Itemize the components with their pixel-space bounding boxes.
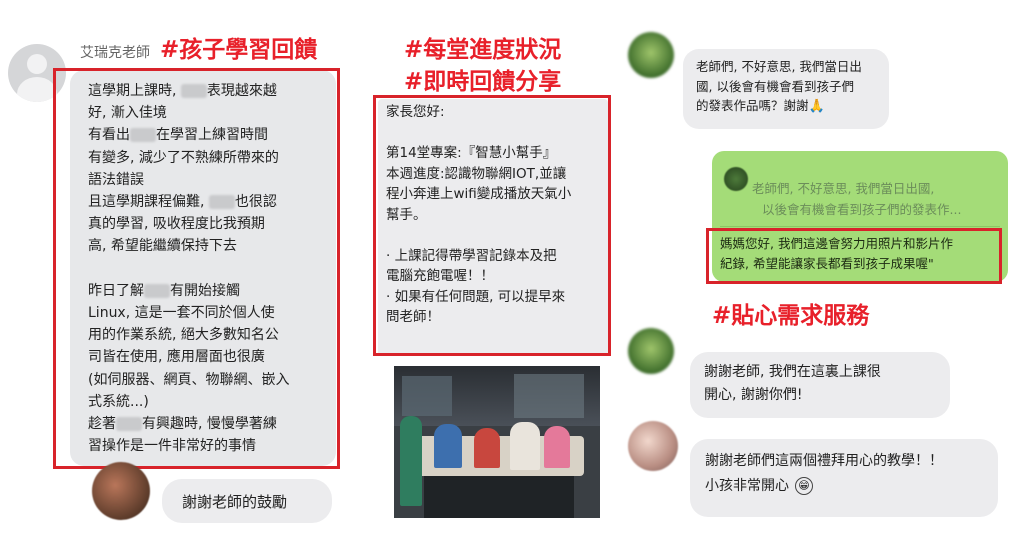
thanks-line: 謝謝老師, 我們在這裏上課很 <box>704 364 881 380</box>
hashtag-child-feedback: #孩子學習回饋 <box>160 37 318 63</box>
quote-divider <box>720 226 1000 227</box>
progress-line: 本週進度:認識物聯網IOT,並讓 <box>386 165 567 182</box>
parent-reply-bubble: 謝謝老師的鼓勵 <box>162 479 332 523</box>
hashtag-caring-service: #貼心需求服務 <box>712 303 870 329</box>
progress-line: 幫手。 <box>386 206 427 223</box>
thanks-line: 謝謝老師們這兩個禮拜用心的教學！！ <box>705 453 943 469</box>
thanks-line: 開心, 謝謝你們! <box>704 387 803 403</box>
feedback-line: 有變多, 減少了不熟練所帶來的 <box>88 149 279 166</box>
progress-line: 家長您好: <box>386 104 445 120</box>
quoted-message-text: 老師們, 不好意思, 我們當日出國, 以後會有機會看到孩子們的發表作... <box>752 178 961 220</box>
teacher-feedback-text: 這學期上課時, 表現越來越 好, 漸入佳境有看出 在學習上練習時間 有變多, 減少了不… <box>88 80 328 457</box>
feedback-line: 司皆在使用, 應用層面也很廣 <box>88 349 265 366</box>
feedback-line: 昨日了解 有開始接觸 <box>88 282 240 299</box>
feedback-line: 用的作業系統, 絕大多數知名公 <box>88 327 279 344</box>
feedback-line: 好, 漸入佳境 <box>88 105 167 122</box>
pray-emoji-icon: 🙏 <box>808 99 825 114</box>
progress-line: 程小奔連上wifi變成播放天氣小 <box>386 186 572 202</box>
progress-line: 第14堂專案:『智慧小幫手』 <box>386 145 557 161</box>
feedback-line: Linux, 這是一套不同於個人使 <box>88 305 275 322</box>
blurred-student-name <box>180 84 207 98</box>
question-line: 國, 以後會有機會看到孩子們 <box>696 78 854 94</box>
quote-line: 以後會有機會看到孩子們的發表作... <box>762 202 962 217</box>
parent-thanks-text-2: 謝謝老師們這兩個禮拜用心的教學！！ 小孩非常開心 😁 <box>705 449 943 499</box>
question-line: 老師們, 不好意思, 我們當日出 <box>696 59 862 74</box>
progress-line <box>386 225 606 246</box>
classroom-photo <box>394 366 600 518</box>
reply-line: 紀錄, 希望能讓家長都看到孩子成果喔" <box>720 256 934 271</box>
blurred-student-name <box>144 283 170 298</box>
blurred-student-name <box>130 128 156 143</box>
progress-message-text: 家長您好: 第14堂專案:『智慧小幫手』 本週進度:認識物聯網IOT,並讓 程小奔連… <box>386 102 606 328</box>
parent-avatar-3 <box>628 421 678 471</box>
progress-line: · 上課記得帶學習記錄本及把 <box>386 247 557 264</box>
feedback-line: 真的學習, 吸收程度比我預期 <box>88 216 265 233</box>
question-line: 的發表作品嗎？謝謝🙏 <box>696 98 825 114</box>
feedback-line: 這學期上課時, 表現越來越 <box>88 83 277 99</box>
quote-avatar <box>724 167 748 191</box>
blurred-student-name <box>208 195 235 210</box>
feedback-line: 習操作是一件非常好的事情 <box>88 438 256 455</box>
feedback-line: 語法錯誤 <box>88 171 144 188</box>
parent-avatar-left <box>92 462 150 520</box>
parent-thanks-text-1: 謝謝老師, 我們在這裏上課很 開心, 謝謝你們! <box>704 361 881 407</box>
parent-question-bubble: 老師們, 不好意思, 我們當日出 國, 以後會有機會看到孩子們 的發表作品嗎？謝謝🙏 <box>683 49 889 129</box>
feedback-line <box>88 258 328 280</box>
progress-line: · 如果有任何問題, 可以提早來 <box>386 288 566 305</box>
feedback-line: 趁著 有興趣時, 慢慢學著練 <box>88 416 277 433</box>
parent-thanks-bubble-1: 謝謝老師, 我們在這裏上課很 開心, 謝謝你們! <box>690 352 950 418</box>
parent-question-text: 老師們, 不好意思, 我們當日出 國, 以後會有機會看到孩子們 的發表作品嗎？謝謝🙏 <box>696 57 862 117</box>
parent-thanks-bubble-2: 謝謝老師們這兩個禮拜用心的教學！！ 小孩非常開心 😁 <box>690 439 998 517</box>
hashtag-instant-share: #即時回饋分享 <box>404 69 562 95</box>
progress-line: 電腦充飽電喔！！ <box>386 268 494 284</box>
feedback-line: 有看出 在學習上練習時間 <box>88 127 268 144</box>
teacher-reply-text: 媽媽您好, 我們這邊會努力用照片和影片作 紀錄, 希望能讓家長都看到孩子成果喔" <box>720 234 953 274</box>
reply-line: 媽媽您好, 我們這邊會努力用照片和影片作 <box>720 236 953 251</box>
parent-reply-text: 謝謝老師的鼓勵 <box>182 493 288 511</box>
progress-line <box>386 123 606 144</box>
feedback-line: 式系統...) <box>88 393 149 410</box>
feedback-line: 且這學期課程偏難, 也很認 <box>88 194 277 211</box>
parent-avatar-1 <box>628 32 674 78</box>
thanks-line: 小孩非常開心 😁 <box>705 474 943 499</box>
teacher-name: 艾瑞克老師 <box>80 45 150 61</box>
feedback-line: 高, 希望能繼續保持下去 <box>88 238 237 255</box>
parent-avatar-2 <box>628 328 674 374</box>
hashtag-lesson-progress: #每堂進度狀況 <box>404 37 562 63</box>
quote-line: 老師們, 不好意思, 我們當日出國, <box>752 181 935 196</box>
blurred-student-name <box>116 417 142 432</box>
feedback-line: (如伺服器、網頁、物聯網、嵌入 <box>88 371 290 388</box>
grin-emoji-icon: 😁 <box>795 477 813 495</box>
progress-line: 問老師！ <box>386 309 440 325</box>
